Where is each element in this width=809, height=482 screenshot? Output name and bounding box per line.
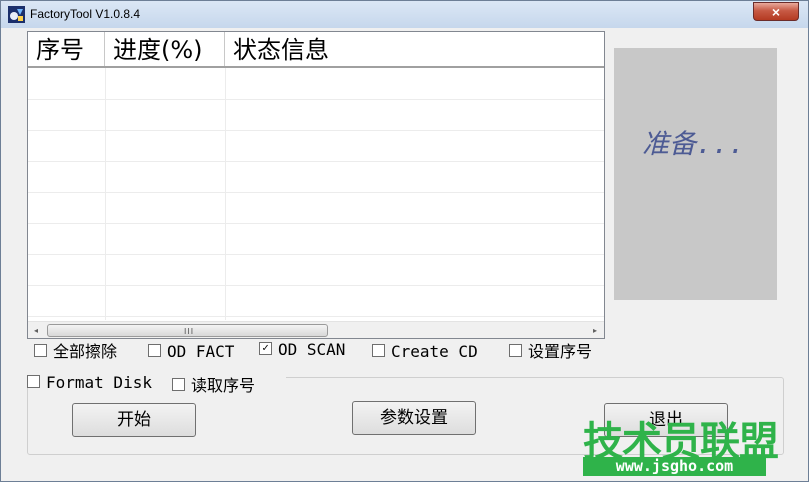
column-divider bbox=[105, 68, 106, 320]
task-list[interactable]: 序号 进度(%) 状态信息 ◂ III ▸ bbox=[27, 31, 605, 339]
list-header: 序号 进度(%) 状态信息 bbox=[28, 32, 604, 68]
column-header-status[interactable]: 状态信息 bbox=[225, 32, 425, 66]
scroll-left-icon[interactable]: ◂ bbox=[28, 322, 44, 339]
checkbox-read-serial[interactable]: 读取序号 bbox=[172, 377, 255, 395]
table-row bbox=[28, 192, 604, 193]
checkbox-box[interactable] bbox=[372, 344, 385, 357]
table-row bbox=[28, 223, 604, 224]
table-row bbox=[28, 161, 604, 162]
window-title: FactoryTool V1.0.8.4 bbox=[30, 7, 141, 21]
app-logo-icon bbox=[8, 6, 25, 23]
scroll-thumb[interactable]: III bbox=[47, 324, 328, 337]
column-header-serial[interactable]: 序号 bbox=[28, 32, 105, 66]
checkbox-label: OD FACT bbox=[167, 342, 235, 361]
checkbox-label: Create CD bbox=[391, 342, 478, 361]
settings-button[interactable]: 参数设置 bbox=[352, 401, 476, 435]
checkbox-label: OD SCAN bbox=[278, 340, 346, 359]
table-row bbox=[28, 285, 604, 286]
close-icon: × bbox=[771, 4, 781, 20]
checkbox-box[interactable] bbox=[509, 344, 522, 357]
grip-icon: III bbox=[184, 327, 195, 336]
table-row bbox=[28, 254, 604, 255]
checkbox-checked-icon[interactable]: ✓ bbox=[259, 342, 272, 355]
close-button[interactable]: × bbox=[753, 2, 799, 21]
checkbox-box[interactable] bbox=[27, 375, 40, 388]
checkbox-box[interactable] bbox=[148, 344, 161, 357]
checkbox-label: 设置序号 bbox=[528, 342, 593, 361]
checkbox-box[interactable] bbox=[172, 378, 185, 391]
checkbox-label: 读取序号 bbox=[191, 376, 256, 395]
column-header-progress[interactable]: 进度(%) bbox=[105, 32, 225, 66]
checkbox-full-erase[interactable]: 全部擦除 bbox=[34, 343, 117, 361]
checkbox-od-fact[interactable]: OD FACT bbox=[148, 343, 234, 361]
table-row bbox=[28, 316, 604, 317]
app-window: FactoryTool V1.0.8.4 × 序号 进度(%) 状态信息 ◂ I… bbox=[0, 0, 809, 482]
watermark-url: www.jsgho.com bbox=[583, 457, 766, 476]
checkbox-od-scan[interactable]: ✓ OD SCAN bbox=[259, 341, 345, 359]
start-button[interactable]: 开始 bbox=[72, 403, 196, 437]
checkbox-format-disk[interactable]: Format Disk bbox=[27, 374, 152, 392]
checkbox-set-serial[interactable]: 设置序号 bbox=[509, 343, 592, 361]
title-bar[interactable]: FactoryTool V1.0.8.4 × bbox=[1, 1, 808, 28]
table-row bbox=[28, 130, 604, 131]
scroll-right-icon[interactable]: ▸ bbox=[587, 322, 603, 339]
horizontal-scrollbar[interactable]: ◂ III ▸ bbox=[28, 321, 604, 338]
status-text: 准备... bbox=[642, 129, 745, 160]
checkbox-label: 全部擦除 bbox=[53, 342, 118, 361]
checkbox-label: Format Disk bbox=[46, 373, 152, 392]
column-divider bbox=[225, 68, 226, 320]
checkbox-box[interactable] bbox=[34, 344, 47, 357]
table-row bbox=[28, 99, 604, 100]
status-panel: 准备... bbox=[614, 48, 777, 300]
checkbox-create-cd[interactable]: Create CD bbox=[372, 343, 478, 361]
